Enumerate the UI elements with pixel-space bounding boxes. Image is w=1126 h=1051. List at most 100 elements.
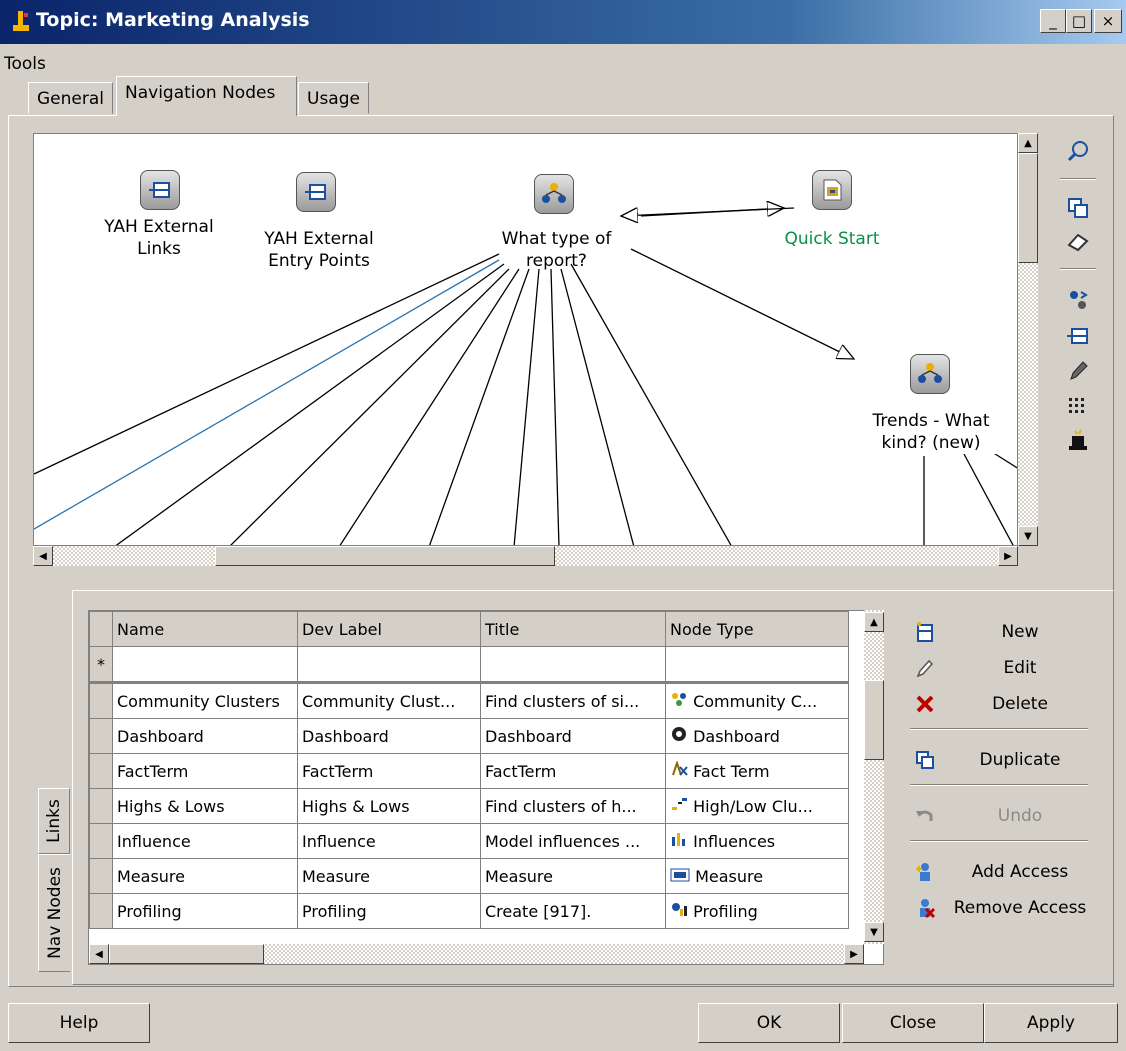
- cell-name[interactable]: Community Clusters: [112, 682, 298, 719]
- table-cell[interactable]: [112, 646, 298, 683]
- copy-icon[interactable]: [1064, 194, 1092, 222]
- cell-title[interactable]: Find clusters of si...: [480, 682, 666, 719]
- cell-dev-label[interactable]: Influence: [297, 823, 481, 859]
- apply-button[interactable]: Apply: [984, 1003, 1118, 1043]
- decision-icon[interactable]: [910, 354, 950, 394]
- column-header-dev-label[interactable]: Dev Label: [297, 611, 481, 647]
- grid-dots-icon[interactable]: [1064, 392, 1092, 420]
- scroll-right-icon[interactable]: ▶: [998, 546, 1018, 566]
- cell-node-type[interactable]: Fact Term: [665, 753, 849, 789]
- cell-title[interactable]: Measure: [480, 858, 666, 894]
- row-header[interactable]: [89, 682, 113, 719]
- cell-title[interactable]: FactTerm: [480, 753, 666, 789]
- row-header[interactable]: [89, 718, 113, 754]
- remove-access-button[interactable]: Remove Access: [910, 890, 1100, 926]
- nodes-table[interactable]: Name Dev Label Title Node Type * Communi…: [88, 610, 884, 965]
- tab-navigation-nodes[interactable]: Navigation Nodes: [116, 76, 297, 116]
- undo-button[interactable]: Undo: [910, 798, 1100, 834]
- scroll-left-icon[interactable]: ◀: [33, 546, 53, 566]
- cell-dev-label[interactable]: Dashboard: [297, 718, 481, 754]
- cell-dev-label[interactable]: Highs & Lows: [297, 788, 481, 824]
- table-vertical-thumb[interactable]: [864, 680, 884, 760]
- cell-title[interactable]: Model influences ...: [480, 823, 666, 859]
- column-header-node-type[interactable]: Node Type: [665, 611, 849, 647]
- row-header[interactable]: [89, 753, 113, 789]
- new-row[interactable]: *: [89, 646, 849, 683]
- magic-hat-icon[interactable]: [1064, 426, 1092, 454]
- new-button[interactable]: New: [910, 614, 1100, 650]
- add-access-button[interactable]: Add Access: [910, 854, 1100, 890]
- table-row[interactable]: FactTerm FactTerm FactTerm Fact Term: [89, 753, 849, 789]
- table-row[interactable]: Measure Measure Measure Measure: [89, 858, 849, 894]
- delete-button[interactable]: Delete: [910, 686, 1100, 722]
- table-row[interactable]: Community Clusters Community Clust... Fi…: [89, 682, 849, 719]
- edit-button[interactable]: Edit: [910, 650, 1100, 686]
- cell-name[interactable]: Measure: [112, 858, 298, 894]
- eraser-icon[interactable]: [1064, 228, 1092, 256]
- cell-node-type[interactable]: Community C...: [665, 682, 849, 719]
- scroll-up-icon[interactable]: ▲: [864, 612, 884, 632]
- tab-general[interactable]: General: [28, 82, 113, 114]
- close-window-button[interactable]: ×: [1094, 9, 1122, 33]
- side-tab-links[interactable]: Links: [38, 788, 70, 854]
- cell-node-type[interactable]: Dashboard: [665, 718, 849, 754]
- cell-name[interactable]: Dashboard: [112, 718, 298, 754]
- scroll-down-icon[interactable]: ▼: [864, 922, 884, 942]
- canvas-horizontal-thumb[interactable]: [215, 546, 555, 566]
- canvas-vertical-thumb[interactable]: [1018, 153, 1038, 263]
- table-row[interactable]: Influence Influence Model influences ...…: [89, 823, 849, 859]
- external-link-icon[interactable]: [1064, 322, 1092, 350]
- table-cell[interactable]: [665, 646, 849, 683]
- column-header-name[interactable]: Name: [112, 611, 298, 647]
- external-link-icon[interactable]: [296, 172, 336, 212]
- pencil-icon[interactable]: [1064, 356, 1092, 384]
- minimize-button[interactable]: _: [1040, 9, 1066, 33]
- cell-node-type[interactable]: Influences: [665, 823, 849, 859]
- column-header-title[interactable]: Title: [480, 611, 666, 647]
- cell-node-type[interactable]: High/Low Clu...: [665, 788, 849, 824]
- cell-dev-label[interactable]: Profiling: [297, 893, 481, 929]
- cell-name[interactable]: Profiling: [112, 893, 298, 929]
- table-cell[interactable]: [480, 646, 666, 683]
- external-link-icon[interactable]: [140, 170, 180, 210]
- row-header[interactable]: [89, 823, 113, 859]
- magnifier-icon[interactable]: [1064, 137, 1092, 165]
- cell-title[interactable]: Find clusters of h...: [480, 788, 666, 824]
- node-swap-icon[interactable]: [1064, 286, 1092, 314]
- row-header[interactable]: [89, 893, 113, 929]
- cell-dev-label[interactable]: Measure: [297, 858, 481, 894]
- table-cell[interactable]: [297, 646, 481, 683]
- maximize-button[interactable]: □: [1066, 9, 1092, 33]
- row-header[interactable]: [89, 858, 113, 894]
- duplicate-button[interactable]: Duplicate: [910, 742, 1100, 778]
- cell-title[interactable]: Create [917].: [480, 893, 666, 929]
- menu-tools[interactable]: Tools: [4, 54, 46, 74]
- help-button[interactable]: Help: [8, 1003, 150, 1043]
- cell-name[interactable]: Influence: [112, 823, 298, 859]
- table-row[interactable]: Highs & Lows Highs & Lows Find clusters …: [89, 788, 849, 824]
- cell-title[interactable]: Dashboard: [480, 718, 666, 754]
- cell-dev-label[interactable]: Community Clust...: [297, 682, 481, 719]
- cell-node-type[interactable]: Measure: [665, 858, 849, 894]
- cell-name[interactable]: FactTerm: [112, 753, 298, 789]
- ok-button[interactable]: OK: [698, 1003, 840, 1043]
- navigation-canvas[interactable]: YAH External Links YAH External Entry Po…: [33, 133, 1018, 546]
- table-horizontal-thumb[interactable]: [109, 944, 264, 964]
- row-header[interactable]: [89, 788, 113, 824]
- decision-icon[interactable]: [534, 174, 574, 214]
- cell-node-type[interactable]: Profiling: [665, 893, 849, 929]
- table-vertical-scrollbar[interactable]: [864, 610, 884, 944]
- side-tab-nav-nodes[interactable]: Nav Nodes: [38, 854, 70, 972]
- cell-dev-label[interactable]: FactTerm: [297, 753, 481, 789]
- tab-usage[interactable]: Usage: [298, 82, 369, 114]
- close-button[interactable]: Close: [842, 1003, 984, 1043]
- scroll-left-icon[interactable]: ◀: [89, 944, 109, 964]
- cell-name[interactable]: Highs & Lows: [112, 788, 298, 824]
- scroll-down-icon[interactable]: ▼: [1018, 526, 1038, 546]
- scroll-right-icon[interactable]: ▶: [844, 944, 864, 964]
- document-icon[interactable]: [812, 170, 852, 210]
- scroll-up-icon[interactable]: ▲: [1018, 133, 1038, 153]
- actions-separator: [910, 784, 1088, 786]
- table-row[interactable]: Dashboard Dashboard Dashboard Dashboard: [89, 718, 849, 754]
- table-row[interactable]: Profiling Profiling Create [917]. Profil…: [89, 893, 849, 929]
